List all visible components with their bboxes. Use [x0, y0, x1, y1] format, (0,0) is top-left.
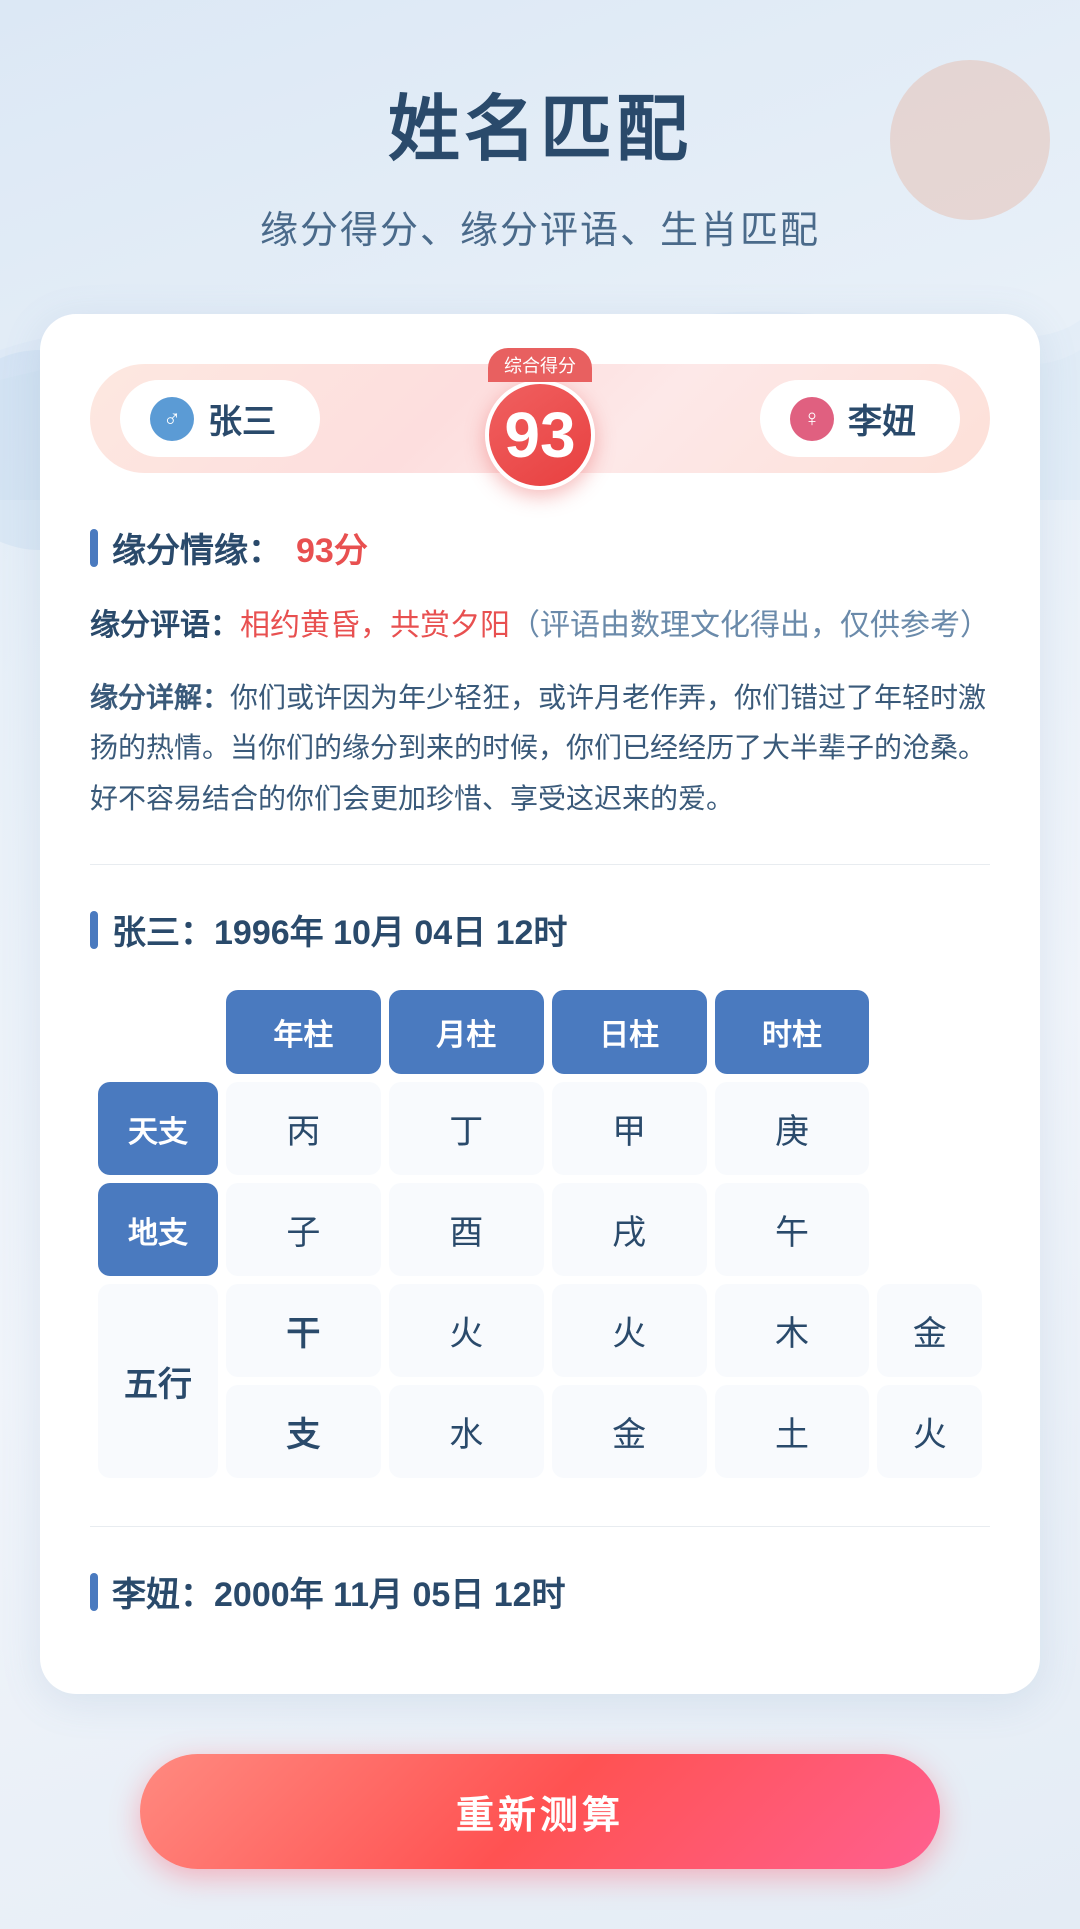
- tianzhi-row: 天支 丙 丁 甲 庚: [98, 1082, 982, 1175]
- empty-header: [98, 990, 218, 1074]
- yuan-detail: 缘分详解：你们或许因为年少轻狂，或许月老作弄，你们错过了年轻时激扬的热情。当你们…: [90, 673, 990, 824]
- yuan-comment-label: 缘分评语：: [90, 609, 240, 642]
- dizhi-header: 地支: [98, 1183, 218, 1276]
- page-subtitle: 缘分得分、缘分评语、生肖匹配: [40, 199, 1040, 254]
- score-center: 综合得分 93: [485, 348, 595, 490]
- person1-badge: ♂ 张三: [120, 380, 320, 457]
- section-bar-icon2: [90, 911, 98, 949]
- divider1: [90, 864, 990, 865]
- person2-name: 李妞: [848, 394, 916, 443]
- tianzhi-shi: 庚: [715, 1082, 870, 1175]
- wuxing-gan-yue: 火: [552, 1284, 707, 1377]
- score-bar: ♂ 张三 综合得分 93 ♀ 李妞: [90, 364, 990, 473]
- person1-section: 张三：1996年 10月 04日 12时 年柱 月柱 日柱 时柱 天支 丙 丁: [90, 905, 990, 1486]
- bottom-area: 重新测算: [0, 1754, 1080, 1929]
- col-rizhu: 日柱: [552, 990, 707, 1074]
- yuan-heading-text: 缘分情缘：: [112, 523, 282, 572]
- section-bar-icon3: [90, 1573, 98, 1611]
- wuxing-zhi-header: 支: [226, 1385, 381, 1478]
- page-title: 姓名匹配: [40, 70, 1040, 175]
- person2-heading: 李妞：2000年 11月 05日 12时: [90, 1567, 990, 1616]
- person1-heading-date: 1996年 10月 04日 12时: [214, 914, 567, 952]
- recalculate-button[interactable]: 重新测算: [140, 1754, 940, 1869]
- person2-heading-date: 2000年 11月 05日 12时: [214, 1576, 566, 1614]
- person1-date-display: 张三：1996年 10月 04日 12时: [112, 905, 567, 954]
- wuxing-gan-row: 五行 干 火 火 木 金: [98, 1284, 982, 1377]
- yuan-score: 93分: [296, 523, 368, 572]
- tianzhi-ri: 甲: [552, 1082, 707, 1175]
- yuan-comment-note: （评语由数理文化得出，仅供参考）: [510, 609, 990, 642]
- yuan-comment-row: 缘分评语：相约黄昏，共赏夕阳（评语由数理文化得出，仅供参考）: [90, 600, 990, 651]
- male-icon: ♂: [150, 397, 194, 441]
- wuxing-zhi-ri: 土: [715, 1385, 870, 1478]
- tianzhi-header: 天支: [98, 1082, 218, 1175]
- tianzhi-nian: 丙: [226, 1082, 381, 1175]
- person2-badge: ♀ 李妞: [760, 380, 960, 457]
- wuxing-gan-ri: 木: [715, 1284, 870, 1377]
- page-header: 姓名匹配 缘分得分、缘分评语、生肖匹配: [0, 0, 1080, 284]
- yuan-heading: 缘分情缘： 93分: [90, 523, 990, 572]
- yuan-detail-label: 缘分详解：: [90, 682, 230, 713]
- person1-heading: 张三：1996年 10月 04日 12时: [90, 905, 990, 954]
- dizhi-row: 地支 子 酉 戌 午: [98, 1183, 982, 1276]
- wuxing-zhi-row: 支 水 金 土 火: [98, 1385, 982, 1478]
- person1-name: 张三: [208, 394, 276, 443]
- wuxing-zhi-nian: 水: [389, 1385, 544, 1478]
- score-circle: 93: [485, 380, 595, 490]
- wuxing-zhi-yue: 金: [552, 1385, 707, 1478]
- person2-section: 李妞：2000年 11月 05日 12时: [90, 1567, 990, 1616]
- score-label: 综合得分: [488, 348, 592, 382]
- col-yuezhu: 月柱: [389, 990, 544, 1074]
- person2-date-display: 李妞：2000年 11月 05日 12时: [112, 1567, 566, 1616]
- wuxing-main-header: 五行: [98, 1284, 218, 1478]
- person2-heading-name: 李妞: [112, 1576, 180, 1614]
- dizhi-shi: 午: [715, 1183, 870, 1276]
- section-bar-icon: [90, 529, 98, 567]
- yuan-section: 缘分情缘：93分 缘分评语：相约黄昏，共赏夕阳（评语由数理文化得出，仅供参考） …: [90, 523, 990, 824]
- dizhi-ri: 戌: [552, 1183, 707, 1276]
- wuxing-label: 五行: [103, 1357, 213, 1406]
- dizhi-yue: 酉: [389, 1183, 544, 1276]
- person1-heading-name: 张三: [112, 914, 180, 952]
- wuxing-gan-header: 干: [226, 1284, 381, 1377]
- col-nianzhu: 年柱: [226, 990, 381, 1074]
- tianzhi-yue: 丁: [389, 1082, 544, 1175]
- bazi-table: 年柱 月柱 日柱 时柱 天支 丙 丁 甲 庚 地支 子: [90, 982, 990, 1486]
- divider2: [90, 1526, 990, 1527]
- wuxing-gan-nian: 火: [389, 1284, 544, 1377]
- yuan-comment-highlight: 相约黄昏，共赏夕阳: [240, 609, 510, 642]
- dizhi-nian: 子: [226, 1183, 381, 1276]
- wuxing-gan-shi: 金: [877, 1284, 982, 1377]
- col-shizhu: 时柱: [715, 990, 870, 1074]
- female-icon: ♀: [790, 397, 834, 441]
- wuxing-zhi-shi: 火: [877, 1385, 982, 1478]
- main-card: ♂ 张三 综合得分 93 ♀ 李妞 缘分情缘： 93分 缘分评语：相约黄昏，共赏夕…: [40, 314, 1040, 1694]
